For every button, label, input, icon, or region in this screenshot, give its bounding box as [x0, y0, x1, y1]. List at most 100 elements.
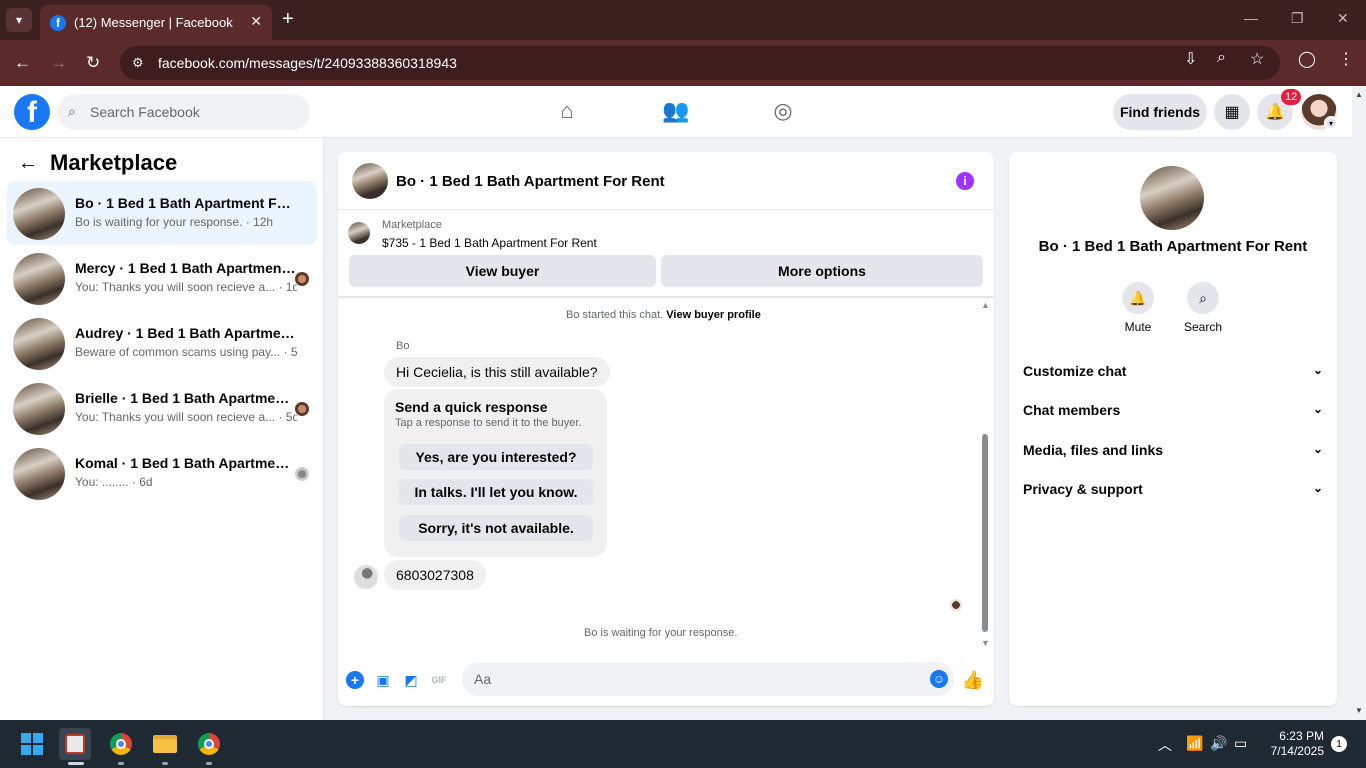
chat-title[interactable]: Bo · 1 Bed 1 Bath Apartment For Rent: [396, 173, 665, 190]
conversation-item[interactable]: Audrey · 1 Bed 1 Bath Apartment F... Bew…: [7, 311, 317, 375]
reload-icon[interactable]: ↻: [86, 53, 100, 73]
conversation-name: Brielle · 1 Bed 1 Bath Apartment ...: [75, 390, 297, 406]
forward-icon[interactable]: →: [50, 53, 67, 73]
read-receipt-avatar: [295, 467, 309, 481]
quick-response-option[interactable]: Yes, are you interested?: [399, 444, 593, 470]
photo-icon[interactable]: ▣: [374, 671, 392, 689]
chevron-down-icon[interactable]: ▾: [1324, 116, 1338, 130]
friends-icon[interactable]: 👥: [661, 98, 691, 126]
file-explorer-app[interactable]: [149, 728, 181, 760]
conversation-snippet: You: ........ · 6d: [75, 475, 153, 489]
scroll-up-icon[interactable]: ▲: [981, 300, 990, 310]
zoom-icon[interactable]: ⌕: [1217, 49, 1226, 67]
section-media-files-links[interactable]: Media, files and links ⌄: [1023, 442, 1323, 458]
view-buyer-button[interactable]: View buyer: [349, 255, 656, 287]
section-label: Customize chat: [1023, 363, 1127, 379]
chat-details-panel: Bo · 1 Bed 1 Bath Apartment For Rent 🔔 M…: [1009, 152, 1337, 706]
tab-search-chevron-icon[interactable]: ▾: [6, 8, 32, 32]
conversation-snippet: Beware of common scams using pay... · 5d: [75, 345, 297, 359]
chat-avatar[interactable]: [352, 163, 388, 199]
clock-time: 6:23 PM: [1279, 729, 1324, 743]
menu-grid-icon[interactable]: ▦: [1214, 94, 1250, 130]
conversation-snippet: You: Thanks you will soon recieve a... ·…: [75, 410, 297, 424]
section-customize-chat[interactable]: Customize chat ⌄: [1023, 363, 1323, 379]
chat-header: Bo · 1 Bed 1 Bath Apartment For Rent i: [338, 152, 994, 210]
scroll-down-icon[interactable]: ▼: [1355, 706, 1363, 715]
marketplace-inbox: ← Marketplace Bo · 1 Bed 1 Bath Apartmen…: [0, 138, 324, 720]
conversation-name: Mercy · 1 Bed 1 Bath Apartment ...: [75, 260, 297, 276]
message-input[interactable]: Aa: [462, 662, 954, 696]
conversation-item[interactable]: Brielle · 1 Bed 1 Bath Apartment ... You…: [7, 376, 317, 440]
address-bar[interactable]: ⚙ facebook.com/messages/t/24093388360318…: [120, 46, 1280, 80]
conversation-item[interactable]: Mercy · 1 Bed 1 Bath Apartment ... You: …: [7, 246, 317, 310]
gif-icon[interactable]: GIF: [430, 671, 448, 689]
menu-dots-icon[interactable]: ⋮: [1338, 49, 1354, 69]
page-scrollbar[interactable]: ▲ ▼: [1352, 86, 1366, 720]
chrome-profile-app[interactable]: [193, 728, 225, 760]
conversation-item[interactable]: Bo · 1 Bed 1 Bath Apartment For R... Bo …: [7, 181, 317, 245]
plus-icon[interactable]: +: [346, 671, 364, 689]
scroll-up-icon[interactable]: ▲: [1355, 90, 1363, 99]
search-label: Search: [1183, 320, 1223, 334]
quick-response-option[interactable]: Sorry, it's not available.: [399, 515, 593, 541]
site-info-icon[interactable]: ⚙: [132, 55, 144, 71]
listing-thumbnail: [13, 188, 65, 240]
new-tab-icon[interactable]: +: [282, 8, 294, 31]
search-input[interactable]: ⌕ Search Facebook: [58, 94, 310, 130]
back-icon[interactable]: ←: [14, 53, 31, 73]
info-icon[interactable]: i: [956, 172, 974, 190]
close-window-icon[interactable]: ✕: [1337, 10, 1349, 27]
minimize-icon[interactable]: —: [1244, 10, 1258, 26]
conversation-item[interactable]: Komal · 1 Bed 1 Bath Apartment ... You: …: [7, 441, 317, 505]
section-privacy-support[interactable]: Privacy & support ⌄: [1023, 481, 1323, 497]
scrollbar-thumb[interactable]: [982, 434, 988, 632]
section-label: Media, files and links: [1023, 442, 1164, 458]
volume-icon[interactable]: 🔊: [1210, 735, 1227, 752]
bookmark-star-icon[interactable]: ☆: [1250, 49, 1264, 69]
battery-icon[interactable]: ▭: [1234, 735, 1247, 752]
bell-icon: 🔔: [1122, 282, 1154, 314]
mute-label: Mute: [1124, 320, 1152, 334]
show-hidden-icons-icon[interactable]: ︿: [1158, 735, 1172, 755]
browser-tab[interactable]: f (12) Messenger | Facebook ✕: [40, 5, 272, 40]
facebook-logo-icon[interactable]: f: [14, 94, 50, 130]
view-buyer-profile-link[interactable]: View buyer profile: [666, 309, 761, 321]
groups-icon[interactable]: ◎: [768, 98, 798, 126]
maximize-icon[interactable]: ❐: [1291, 10, 1304, 27]
home-icon[interactable]: ⌂: [552, 98, 582, 126]
conversation-snippet: You: Thanks you will soon recieve a... ·…: [75, 280, 297, 294]
notification-count[interactable]: 1: [1331, 736, 1347, 752]
listing-thumbnail[interactable]: [348, 222, 370, 244]
back-arrow-icon[interactable]: ←: [18, 152, 38, 175]
chrome-app[interactable]: [105, 728, 137, 760]
start-button[interactable]: [16, 728, 48, 760]
find-friends-button[interactable]: Find friends: [1113, 94, 1207, 130]
thumbs-up-icon[interactable]: 👍: [962, 670, 984, 690]
listing-thumbnail: [13, 383, 65, 435]
browser-toolbar: ← → ↻ ⚙ facebook.com/messages/t/24093388…: [0, 40, 1366, 86]
search-action[interactable]: ⌕ Search: [1173, 282, 1233, 334]
clock-date: 7/14/2025: [1270, 744, 1324, 758]
snipping-tool-app[interactable]: [59, 728, 91, 760]
read-receipt-avatar: [295, 402, 309, 416]
profile-icon[interactable]: ◯: [1298, 49, 1316, 69]
listing-price-title[interactable]: $735 - 1 Bed 1 Bath Apartment For Rent: [382, 236, 597, 250]
chevron-down-icon: ⌄: [1312, 481, 1323, 495]
scroll-down-icon[interactable]: ▼: [981, 638, 990, 648]
conversation-name: Audrey · 1 Bed 1 Bath Apartment F...: [75, 325, 297, 341]
quick-response-option[interactable]: In talks. I'll let you know.: [399, 479, 593, 505]
marketplace-listing-bar: Marketplace $735 - 1 Bed 1 Bath Apartmen…: [338, 210, 994, 298]
wifi-icon[interactable]: 📶: [1186, 735, 1203, 752]
install-app-icon[interactable]: ⇩: [1184, 49, 1197, 69]
more-options-button[interactable]: More options: [661, 255, 983, 287]
tab-close-icon[interactable]: ✕: [250, 13, 262, 30]
chat-scrollbar[interactable]: ▲ ▼: [980, 300, 990, 650]
system-clock[interactable]: 6:23 PM 7/14/2025: [1256, 729, 1324, 759]
emoji-icon[interactable]: ☺: [930, 670, 948, 688]
mute-action[interactable]: 🔔 Mute: [1108, 282, 1168, 334]
sticker-icon[interactable]: ◩: [402, 671, 420, 689]
section-chat-members[interactable]: Chat members ⌄: [1023, 402, 1323, 418]
active-indicator: [68, 762, 84, 765]
url-text: facebook.com/messages/t/2409338836031894…: [158, 55, 457, 71]
message-bubble: Hi Cecielia, is this still available?: [384, 357, 610, 387]
